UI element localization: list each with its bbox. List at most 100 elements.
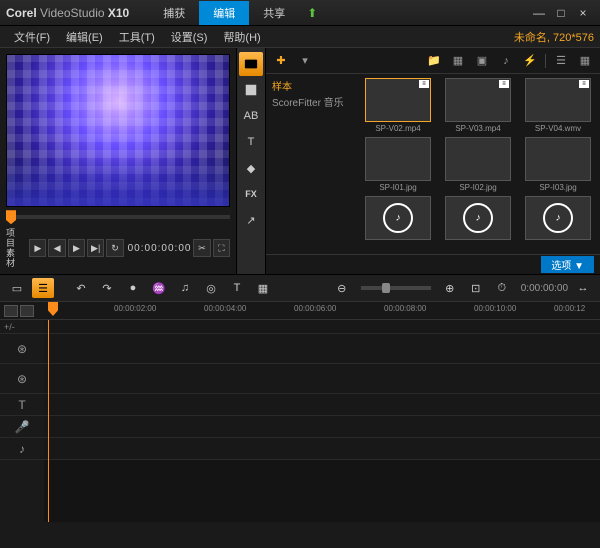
ruler-marks[interactable]: 00:00:02:00 00:00:04:00 00:00:06:00 00:0… (44, 302, 600, 319)
close-button[interactable]: × (572, 6, 594, 20)
tool-media[interactable] (239, 52, 263, 76)
ruler-btn-1[interactable] (4, 305, 18, 317)
auto-music[interactable]: ♫ (174, 278, 196, 298)
scrubber-track[interactable] (6, 215, 230, 219)
tool-graphic[interactable]: ◆ (239, 156, 263, 180)
menu-edit[interactable]: 编辑(E) (58, 29, 111, 45)
thumb-caption: SP-V03.mp4 (455, 124, 500, 133)
redo-button[interactable]: ↷ (96, 278, 118, 298)
thumb[interactable]: ≡SP-V03.mp4 (440, 78, 516, 133)
track-head-voice[interactable]: 🎤 (0, 416, 44, 438)
ruler-btn-2[interactable] (20, 305, 34, 317)
thumb[interactable]: SP-I02.jpg (440, 137, 516, 192)
filmstrip-icon[interactable]: ▦ (449, 53, 467, 69)
tab-capture[interactable]: 捕获 (149, 1, 199, 25)
menu-settings[interactable]: 设置(S) (163, 29, 216, 45)
thumb[interactable]: SP-I03.jpg (520, 137, 596, 192)
expand-button[interactable]: ⛶ (213, 239, 230, 257)
track-head-music[interactable]: ♪ (0, 438, 44, 460)
track-head-overlay[interactable]: ⊛ (0, 364, 44, 394)
doc-dims: 720*576 (553, 32, 594, 44)
thumb[interactable] (360, 196, 436, 242)
import-icon[interactable]: ▾ (296, 53, 314, 69)
add-media-icon[interactable]: ✚ (272, 53, 290, 69)
timer-icon[interactable]: ⏱ (491, 278, 513, 298)
tool-filter[interactable]: FX (239, 182, 263, 206)
loop-button[interactable]: ↻ (106, 239, 123, 257)
preview-scrubber[interactable] (6, 211, 230, 225)
mode-clip[interactable]: 素材 (6, 248, 23, 268)
record-button[interactable]: ● (122, 278, 144, 298)
thumb-caption: SP-V04.wmv (535, 124, 581, 133)
timeline-ruler[interactable]: 00:00:02:00 00:00:04:00 00:00:06:00 00:0… (0, 302, 600, 320)
zoom-slider[interactable] (361, 286, 431, 290)
mode-labels[interactable]: 项目 素材 (6, 228, 23, 268)
track-head-video[interactable]: ⊛ (0, 334, 44, 364)
fit-button[interactable]: ⊡ (465, 278, 487, 298)
tool-title[interactable]: T (239, 130, 263, 154)
track-row-marker[interactable] (44, 320, 600, 334)
ruler-mark: 00:00:02:00 (114, 304, 156, 313)
storyboard-view[interactable]: ▭ (6, 278, 28, 298)
options-button[interactable]: 选项 ▼ (541, 256, 594, 273)
track-row-video[interactable] (44, 334, 600, 364)
undo-button[interactable]: ↶ (70, 278, 92, 298)
ruler-mark: 00:00:08:00 (384, 304, 426, 313)
upload-icon[interactable]: ⬆ (299, 6, 325, 20)
tool-path[interactable]: ↗ (239, 208, 263, 232)
maximize-button[interactable]: □ (550, 6, 572, 20)
badge-icon: ≡ (579, 80, 589, 88)
separator (545, 54, 546, 68)
workspace: 项目 素材 ▶ ◀ ▶ ▶| ↻ 00:00:00:00 ✂ ⛶ AB T ◆ … (0, 48, 600, 274)
track-row-voice[interactable] (44, 416, 600, 438)
audio-icon[interactable]: ♪ (497, 53, 515, 69)
menu-file[interactable]: 文件(F) (6, 29, 58, 45)
audio-mixer[interactable]: ♒ (148, 278, 170, 298)
track-head-title[interactable]: T (0, 394, 44, 416)
zoom-in[interactable]: ⊕ (439, 278, 461, 298)
tracks-area[interactable] (44, 320, 600, 522)
track-row-overlay[interactable] (44, 364, 600, 394)
subtitle-button[interactable]: T (226, 278, 248, 298)
play-button[interactable]: ▶ (29, 239, 46, 257)
thumb[interactable] (520, 196, 596, 242)
minimize-button[interactable]: — (528, 6, 550, 20)
side-tool-strip: AB T ◆ FX ↗ (236, 48, 266, 274)
photo-icon[interactable]: ▣ (473, 53, 491, 69)
thumb[interactable]: ≡SP-V02.mp4 (360, 78, 436, 133)
next-button[interactable]: ▶ (68, 239, 85, 257)
track-row-music[interactable] (44, 438, 600, 460)
tab-edit[interactable]: 编辑 (199, 1, 249, 25)
preview-screen[interactable] (6, 54, 230, 207)
menu-help[interactable]: 帮助(H) (215, 29, 268, 45)
split-button[interactable]: ✂ (193, 239, 210, 257)
prev-button[interactable]: ◀ (48, 239, 65, 257)
ruler-mark: 00:00:12 (554, 304, 585, 313)
folder-icon[interactable]: 📁 (425, 53, 443, 69)
flash-icon[interactable]: ⚡ (521, 53, 539, 69)
brand-corel: Corel (6, 6, 37, 20)
playback-row: 项目 素材 ▶ ◀ ▶ ▶| ↻ 00:00:00:00 ✂ ⛶ (6, 228, 230, 268)
track-expand[interactable]: +/- (0, 320, 44, 334)
nav-scorefitter[interactable]: ScoreFitter 音乐 (272, 96, 350, 112)
track-motion[interactable]: ◎ (200, 278, 222, 298)
library-nav: 样本 ScoreFitter 音乐 (266, 74, 356, 254)
scroll-button[interactable]: ↔ (572, 278, 594, 298)
thumb[interactable]: ≡ SP-V04.wmv (520, 78, 596, 133)
grid-icon[interactable]: ▦ (576, 53, 594, 69)
nav-sample[interactable]: 样本 (272, 80, 350, 96)
sort-icon[interactable]: ☰ (552, 53, 570, 69)
thumb[interactable] (440, 196, 516, 242)
zoom-out[interactable]: ⊖ (331, 278, 353, 298)
end-button[interactable]: ▶| (87, 239, 104, 257)
timeline-view[interactable]: ☰ (32, 278, 54, 298)
thumb-caption: SP-I03.jpg (539, 183, 576, 192)
tool-transition[interactable]: AB (239, 104, 263, 128)
mode-project[interactable]: 项目 (6, 228, 23, 248)
menu-tool[interactable]: 工具(T) (111, 29, 163, 45)
tab-share[interactable]: 共享 (249, 1, 299, 25)
track-row-title[interactable] (44, 394, 600, 416)
multi-cam[interactable]: ▦ (252, 278, 274, 298)
thumb[interactable]: SP-I01.jpg (360, 137, 436, 192)
tool-instant[interactable] (239, 78, 263, 102)
